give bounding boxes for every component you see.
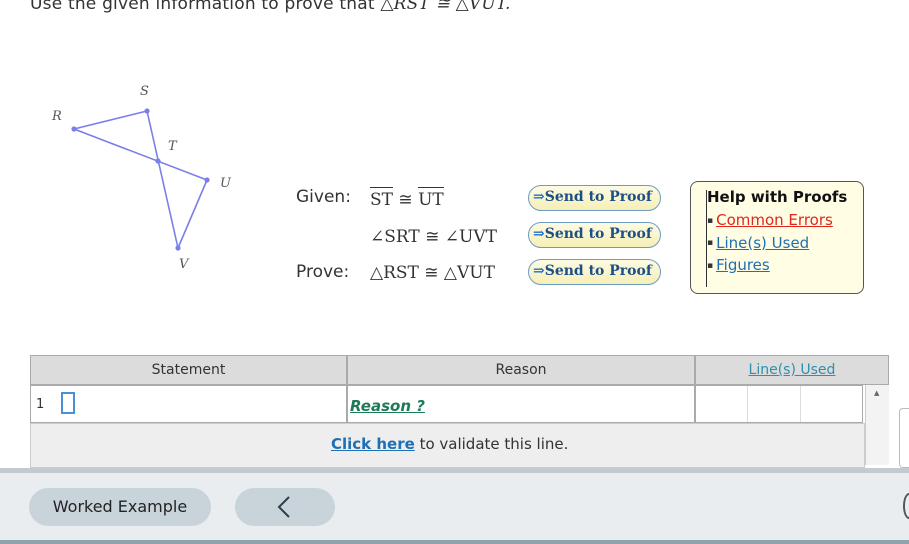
prove-statement: △RST ≅ △VUT [370, 263, 495, 283]
scrollbar[interactable]: ▲ [865, 385, 889, 465]
worked-example-button[interactable]: Worked Example [29, 488, 211, 526]
partial-round-button[interactable] [903, 493, 909, 519]
send-to-proof-button-3[interactable]: ⇒Send to Proof [528, 259, 661, 285]
point-s [144, 108, 150, 114]
label-s: S [140, 84, 149, 99]
side-panel-edge [899, 408, 909, 468]
segment-vu [177, 179, 208, 249]
label-r: R [51, 109, 62, 124]
label-u: U [220, 176, 232, 191]
congruent-symbol: ≅ [393, 190, 419, 210]
segment-ut-label: UT [418, 187, 444, 210]
figure-lines [73, 110, 208, 249]
send-button-label: Send to Proof [544, 226, 652, 242]
segment-ur [73, 128, 208, 181]
help-with-proofs-panel: Help with Proofs Common Errors Line(s) U… [690, 181, 864, 294]
reason-cell: Reason ? [347, 385, 695, 423]
statement-input[interactable] [61, 392, 75, 414]
given-statement-1: ST ≅ UT [370, 187, 444, 210]
help-divider [706, 190, 707, 287]
arrow-right-icon: ⇒ [533, 263, 545, 279]
bottom-toolbar: Worked Example [0, 468, 909, 544]
arrow-right-icon: ⇒ [533, 189, 545, 205]
statement-cell: 1 [30, 385, 347, 423]
given-label: Given: [296, 187, 351, 207]
lines-used-link[interactable]: Line(s) Used [707, 232, 853, 255]
validate-row: Click here to validate this line. [30, 423, 865, 468]
given-statement-2: ∠SRT ≅ ∠UVT [370, 227, 497, 247]
statement-header: Statement [30, 355, 347, 385]
reason-header: Reason [347, 355, 695, 385]
help-title: Help with Proofs [707, 188, 848, 206]
row-number: 1 [36, 397, 45, 412]
segment-st-label: ST [370, 187, 393, 210]
lines-used-cell[interactable] [695, 385, 863, 423]
send-to-proof-button-1[interactable]: ⇒Send to Proof [528, 185, 661, 211]
scroll-up-icon[interactable]: ▲ [874, 389, 879, 397]
point-t [155, 158, 161, 164]
chevron-left-icon [277, 496, 290, 518]
back-button[interactable] [235, 488, 335, 526]
point-u [204, 177, 210, 183]
validate-link[interactable]: Click here [331, 435, 415, 453]
instruction-text: Use the given information to prove that … [30, 0, 511, 14]
send-button-label: Send to Proof [544, 189, 652, 205]
arrow-right-icon: ⇒ [533, 226, 545, 242]
prove-label: Prove: [296, 262, 350, 282]
segment-sv [146, 110, 179, 249]
label-t: T [168, 139, 178, 154]
triangle-figure: R S T U V [51, 84, 232, 272]
label-v: V [179, 257, 190, 272]
point-r [71, 126, 77, 132]
segment-rs [73, 110, 148, 130]
common-errors-link[interactable]: Common Errors [707, 209, 853, 232]
point-v [175, 245, 181, 251]
reason-selector[interactable]: Reason ? [350, 397, 425, 415]
figures-link[interactable]: Figures [707, 254, 853, 277]
lines-used-header[interactable]: Line(s) Used [695, 355, 889, 385]
send-button-label: Send to Proof [544, 263, 652, 279]
instruction-prefix: Use the given information to prove that [30, 0, 381, 14]
send-to-proof-button-2[interactable]: ⇒Send to Proof [528, 222, 661, 248]
validate-text: to validate this line. [414, 435, 569, 453]
instruction-math: △RST ≅ △VUT. [380, 0, 511, 14]
